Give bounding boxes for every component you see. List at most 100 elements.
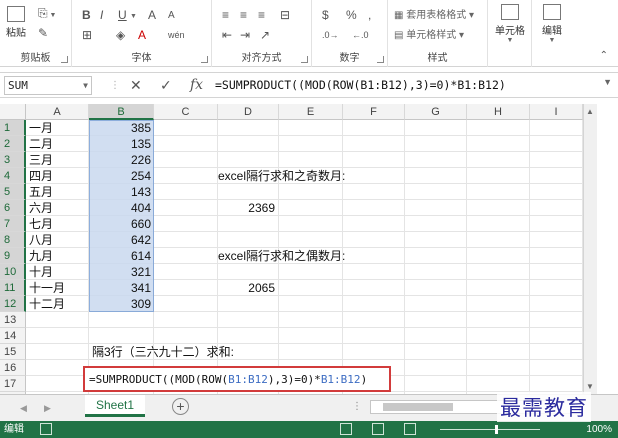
cell-a11[interactable]: 十一月	[29, 280, 89, 296]
cell-b1[interactable]: 385	[89, 120, 154, 136]
page-break-view-icon[interactable]	[404, 423, 416, 435]
cell-a4[interactable]: 四月	[29, 168, 89, 184]
vertical-scrollbar[interactable]: ▲ ▼	[583, 104, 597, 394]
phonetic-button[interactable]: wén	[168, 28, 185, 42]
cells-button[interactable]: 单元格 ▼	[492, 4, 528, 44]
cell-b4[interactable]: 254	[89, 168, 154, 184]
paste-button[interactable]: 粘贴	[4, 6, 28, 39]
scroll-down-icon[interactable]: ▼	[586, 382, 594, 391]
row-header-7[interactable]: 7	[0, 216, 26, 232]
row-header-14[interactable]: 14	[0, 328, 26, 344]
cell-a1[interactable]: 一月	[29, 120, 89, 136]
copy-icon[interactable]: ⎘ ▼	[38, 6, 56, 23]
underline-dropdown-icon[interactable]: ▼	[130, 10, 137, 24]
cell-a5[interactable]: 五月	[29, 184, 89, 200]
macro-record-icon[interactable]	[40, 423, 52, 435]
cell-b2[interactable]: 135	[89, 136, 154, 152]
row-header-8[interactable]: 8	[0, 232, 26, 248]
zoom-slider[interactable]	[440, 429, 540, 430]
cell-a8[interactable]: 八月	[29, 232, 89, 248]
increase-decimal-icon[interactable]: .0→	[322, 28, 339, 42]
row-header-6[interactable]: 6	[0, 200, 26, 216]
cell-b6[interactable]: 404	[89, 200, 154, 216]
cell-a7[interactable]: 七月	[29, 216, 89, 232]
cell-b10[interactable]: 321	[89, 264, 154, 280]
cell-a9[interactable]: 九月	[29, 248, 89, 264]
column-header-c[interactable]: C	[154, 104, 218, 120]
cancel-icon[interactable]: ✕	[130, 76, 142, 95]
row-header-5[interactable]: 5	[0, 184, 26, 200]
font-launcher-icon[interactable]	[201, 56, 208, 63]
insert-function-icon[interactable]: fx	[190, 76, 203, 95]
row-header-4[interactable]: 4	[0, 168, 26, 184]
column-header-a[interactable]: A	[26, 104, 89, 120]
align-left-icon[interactable]: ≡	[222, 8, 229, 22]
fill-color-icon[interactable]: ◈	[116, 28, 125, 42]
horizontal-scroll-thumb[interactable]	[383, 403, 453, 411]
orientation-icon[interactable]: ↗	[260, 28, 270, 42]
cell-d6[interactable]: 2369	[218, 200, 278, 216]
page-layout-view-icon[interactable]	[372, 423, 384, 435]
select-all-corner[interactable]	[0, 104, 26, 120]
currency-button[interactable]: $	[322, 8, 329, 22]
sheet-tab-sheet1[interactable]: Sheet1	[85, 395, 145, 417]
column-header-b[interactable]: B	[89, 104, 154, 120]
row-header-9[interactable]: 9	[0, 248, 26, 264]
cell-a6[interactable]: 六月	[29, 200, 89, 216]
row-header-2[interactable]: 2	[0, 136, 26, 152]
cell-d4[interactable]: excel隔行求和之奇数月:	[218, 168, 418, 184]
column-header-e[interactable]: E	[279, 104, 343, 120]
comma-button[interactable]: ,	[368, 8, 371, 22]
column-header-f[interactable]: F	[343, 104, 405, 120]
format-as-table-button[interactable]: ▦ 套用表格格式 ▾	[394, 10, 474, 22]
add-sheet-button[interactable]: +	[172, 398, 189, 415]
normal-view-icon[interactable]	[340, 423, 352, 435]
cell-a10[interactable]: 十月	[29, 264, 89, 280]
row-header-11[interactable]: 11	[0, 280, 26, 296]
expand-formula-bar-icon[interactable]: ▼	[603, 77, 612, 87]
format-painter-icon[interactable]: ✎	[38, 26, 48, 40]
align-center-icon[interactable]: ≡	[240, 8, 247, 22]
column-header-g[interactable]: G	[405, 104, 467, 120]
column-header-i[interactable]: I	[530, 104, 583, 120]
bold-button[interactable]: B	[82, 8, 91, 22]
clipboard-launcher-icon[interactable]	[61, 56, 68, 63]
number-launcher-icon[interactable]	[377, 56, 384, 63]
active-cell-editor[interactable]: =SUMPRODUCT((MOD(ROW(B1:B12),3)=0)*B1:B1…	[83, 366, 391, 392]
next-sheet-icon[interactable]: ▶	[44, 403, 51, 414]
row-header-16[interactable]: 16	[0, 360, 26, 376]
editing-button[interactable]: 编辑 ▼	[536, 4, 568, 44]
name-box-dropdown-icon[interactable]: ▼	[83, 77, 88, 94]
font-color-icon[interactable]: A	[138, 28, 146, 42]
row-header-10[interactable]: 10	[0, 264, 26, 280]
underline-button[interactable]: U	[118, 8, 127, 22]
cell-a12[interactable]: 十二月	[29, 296, 89, 312]
grow-font-button[interactable]: A	[148, 8, 156, 22]
cell-a2[interactable]: 二月	[29, 136, 89, 152]
align-right-icon[interactable]: ≡	[258, 8, 265, 22]
indent-left-icon[interactable]: ⇤	[222, 28, 232, 42]
cell-a3[interactable]: 三月	[29, 152, 89, 168]
cell-b5[interactable]: 143	[89, 184, 154, 200]
row-header-12[interactable]: 12	[0, 296, 26, 312]
cell-b9[interactable]: 614	[89, 248, 154, 264]
cell-d9[interactable]: excel隔行求和之偶数月:	[218, 248, 418, 264]
shrink-font-button[interactable]: A	[168, 9, 175, 23]
cell-b8[interactable]: 642	[89, 232, 154, 248]
row-header-17[interactable]: 17	[0, 376, 26, 392]
collapse-ribbon-icon[interactable]: ⌃	[600, 50, 608, 61]
scroll-up-icon[interactable]: ▲	[586, 107, 594, 116]
alignment-launcher-icon[interactable]	[301, 56, 308, 63]
cell-b7[interactable]: 660	[89, 216, 154, 232]
row-header-3[interactable]: 3	[0, 152, 26, 168]
row-header-1[interactable]: 1	[0, 120, 26, 136]
zoom-slider-thumb[interactable]	[495, 425, 498, 434]
prev-sheet-icon[interactable]: ◀	[20, 403, 27, 414]
cell-d11[interactable]: 2065	[218, 280, 278, 296]
cell-b15[interactable]: 隔3行（三六九十二）求和:	[92, 344, 292, 360]
name-box[interactable]: SUM ▼	[4, 76, 92, 95]
enter-icon[interactable]: ✓	[160, 76, 172, 95]
tab-split-handle-icon[interactable]: ⋮	[352, 401, 362, 412]
percent-button[interactable]: %	[346, 8, 357, 22]
column-header-h[interactable]: H	[467, 104, 530, 120]
